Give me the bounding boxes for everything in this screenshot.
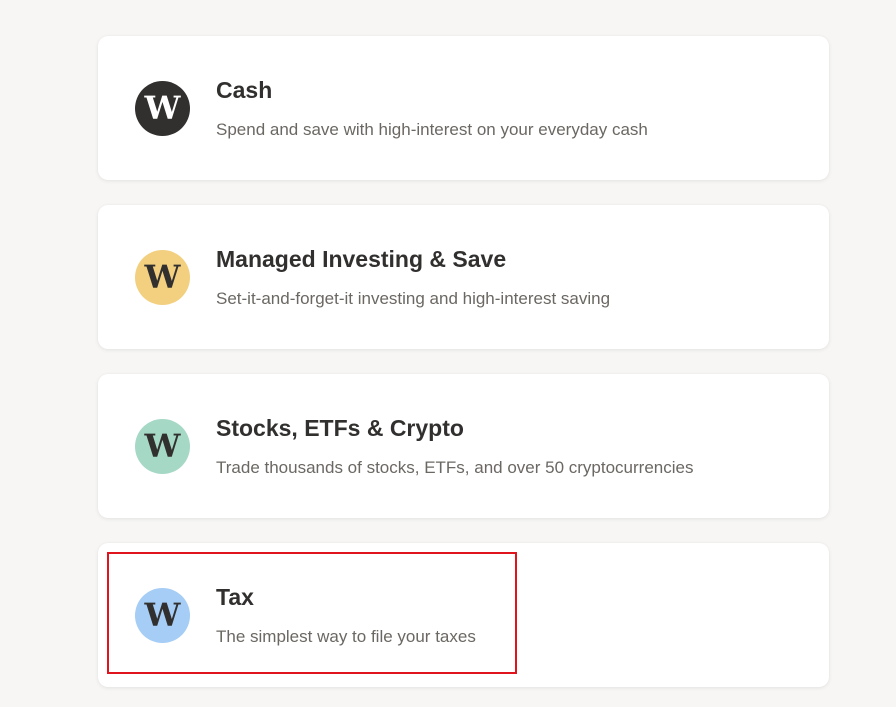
product-card-cash[interactable]: W Cash Spend and save with high-interest…	[98, 36, 829, 180]
product-title: Tax	[216, 584, 254, 610]
wealthsimple-logo-icon: W	[135, 250, 190, 305]
product-title: Stocks, ETFs & Crypto	[216, 415, 464, 441]
wealthsimple-logo-icon: W	[135, 81, 190, 136]
logo-letter: W	[144, 88, 181, 127]
logo-letter: W	[144, 257, 181, 296]
product-description: Spend and save with high-interest on you…	[216, 120, 648, 139]
logo-letter: W	[144, 426, 181, 465]
wealthsimple-logo-icon: W	[135, 419, 190, 474]
product-description: The simplest way to file your taxes	[216, 627, 476, 646]
product-card-tax[interactable]: W Tax The simplest way to file your taxe…	[98, 543, 829, 687]
product-description: Trade thousands of stocks, ETFs, and ove…	[216, 458, 694, 477]
product-title: Managed Investing & Save	[216, 246, 507, 272]
wealthsimple-logo-icon: W	[135, 588, 190, 643]
product-description: Set-it-and-forget-it investing and high-…	[216, 289, 611, 308]
product-title: Cash	[216, 77, 273, 103]
logo-letter: W	[144, 595, 181, 634]
product-card-managed-investing[interactable]: W Managed Investing & Save Set-it-and-fo…	[98, 205, 829, 349]
product-card-stocks-etfs-crypto[interactable]: W Stocks, ETFs & Crypto Trade thousands …	[98, 374, 829, 518]
